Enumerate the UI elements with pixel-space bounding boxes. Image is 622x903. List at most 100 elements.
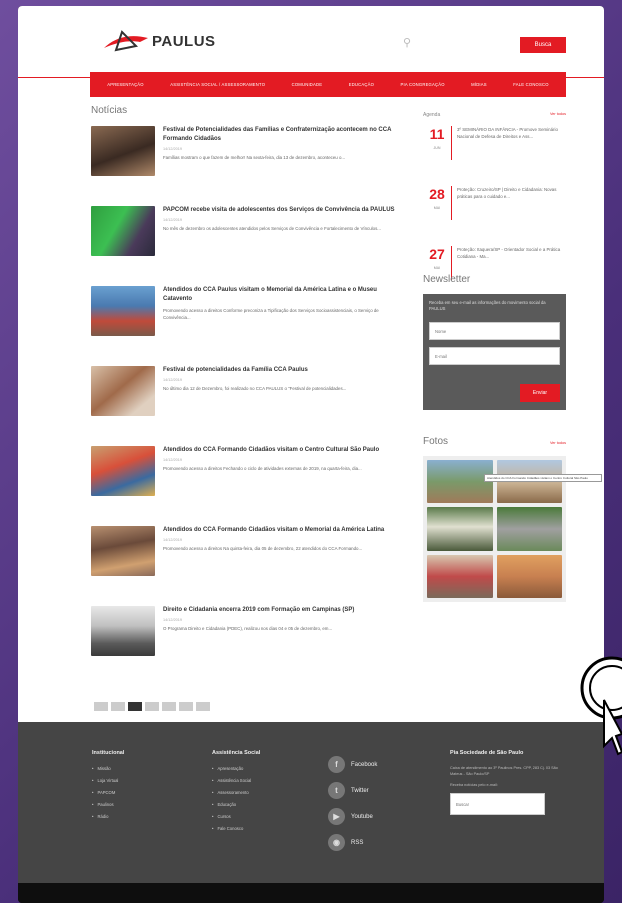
pager-page[interactable]	[162, 702, 176, 711]
footer-link[interactable]: Educação	[212, 802, 260, 807]
search-icon[interactable]: ⚲	[403, 36, 411, 49]
nav-item-midias[interactable]: MÍDIAS	[471, 82, 487, 87]
pager-page[interactable]	[145, 702, 159, 711]
social-rss[interactable]: ◉ RSS	[328, 834, 377, 851]
pager-next[interactable]	[179, 702, 193, 711]
news-date: 14/12/2019	[163, 147, 183, 151]
news-headline[interactable]: Direito e Cidadania encerra 2019 com For…	[163, 606, 403, 615]
footer-link[interactable]: PAPCOM	[92, 790, 124, 795]
news-date: 14/12/2019	[163, 618, 183, 622]
footer-col-title: Pia Sociedade de São Paulo	[450, 750, 524, 756]
agenda-divider	[451, 186, 452, 220]
social-label: RSS	[351, 839, 364, 846]
newsletter-title: Newsletter	[423, 274, 471, 285]
news-thumbnail[interactable]	[91, 606, 155, 656]
agenda-day: 27	[429, 246, 445, 262]
news-summary: No último dia 12 de Dezembro, foi realiz…	[163, 386, 347, 391]
footer-search-input[interactable]	[450, 793, 545, 815]
social-label: Facebook	[351, 761, 378, 768]
agenda-month: MAI	[433, 206, 441, 210]
social-label: Youtube	[351, 813, 373, 820]
nav-item-comunidade[interactable]: COMUNIDADE	[292, 82, 323, 87]
newsletter-submit-button[interactable]: Enviar	[520, 384, 560, 402]
agenda-item[interactable]: 11 JUN 3º SEMINÁRIO DA INFÂNCIA - Promov…	[423, 126, 566, 178]
nav-item-educacao[interactable]: EDUCAÇÃO	[349, 82, 374, 87]
nav-item-congregacao[interactable]: PIA CONGREGAÇÃO	[401, 82, 445, 87]
news-item[interactable]: Atendidos do CCA Paulus visitam o Memori…	[91, 286, 406, 366]
footer-link[interactable]: Assistência Social	[212, 778, 260, 783]
news-thumbnail[interactable]	[91, 126, 155, 176]
news-item[interactable]: Festival de potencialidades da Família C…	[91, 366, 406, 446]
agenda-month: JUN	[433, 146, 441, 150]
pager-page-current[interactable]	[128, 702, 142, 711]
footer-col-title: Assistência Social	[212, 750, 261, 756]
fotos-see-all-link[interactable]: Ver todos	[550, 441, 566, 445]
footer-link[interactable]: Cursos	[212, 814, 260, 819]
news-thumbnail[interactable]	[91, 286, 155, 336]
news-thumbnail[interactable]	[91, 526, 155, 576]
news-headline[interactable]: PAPCOM recebe visita de adolescentes dos…	[163, 206, 403, 215]
news-headline[interactable]: Atendidos do CCA Formando Cidadãos visit…	[163, 446, 403, 455]
footer-link[interactable]: Loja Virtual	[92, 778, 124, 783]
photo-thumbnail[interactable]	[427, 507, 493, 551]
nav-item-assistencia[interactable]: ASSISTÊNCIA SOCIAL / ASSESSORAMENTO	[170, 82, 265, 87]
pager-first[interactable]	[94, 702, 108, 711]
logo-text: PAULUS	[152, 32, 216, 50]
cursor-icon	[580, 656, 622, 756]
pager-prev[interactable]	[111, 702, 125, 711]
nav-item-apresentacao[interactable]: APRESENTAÇÃO	[107, 82, 144, 87]
footer-link[interactable]: Paulinos	[92, 802, 124, 807]
photo-thumbnail[interactable]	[427, 554, 493, 598]
agenda-text[interactable]: Proteção: Cruzeiro/SP | Direito e Cidada…	[457, 186, 565, 200]
news-date: 14/12/2019	[163, 458, 183, 462]
main-nav: APRESENTAÇÃO ASSISTÊNCIA SOCIAL / ASSESS…	[90, 72, 566, 97]
footer-institucional: Institucional Missão Loja Virtual PAPCOM…	[92, 750, 124, 826]
social-youtube[interactable]: ▶ Youtube	[328, 808, 377, 825]
news-headline[interactable]: Festival de Potencialidades das Famílias…	[163, 126, 403, 144]
news-thumbnail[interactable]	[91, 366, 155, 416]
newsletter-email-field[interactable]	[429, 347, 560, 365]
news-date: 14/12/2019	[163, 378, 183, 382]
news-item[interactable]: Atendidos do CCA Formando Cidadãos visit…	[91, 526, 406, 606]
news-item[interactable]: Direito e Cidadania encerra 2019 com For…	[91, 606, 406, 686]
news-item[interactable]: Atendidos do CCA Formando Cidadãos visit…	[91, 446, 406, 526]
news-thumbnail[interactable]	[91, 446, 155, 496]
agenda-text[interactable]: Proteção: Itaquera/SP - Orientador Socia…	[457, 246, 565, 260]
news-item[interactable]: PAPCOM recebe visita de adolescentes dos…	[91, 206, 406, 286]
agenda-item[interactable]: 27 MAI Proteção: Itaquera/SP - Orientado…	[423, 246, 566, 298]
news-thumbnail[interactable]	[91, 206, 155, 256]
photo-thumbnail[interactable]	[496, 554, 562, 598]
news-headline[interactable]: Atendidos do CCA Paulus visitam o Memori…	[163, 286, 403, 304]
footer-col-title: Institucional	[92, 750, 125, 756]
newsletter-name-field[interactable]	[429, 322, 560, 340]
agenda-panel: Agenda Ver todos 11 JUN 3º SEMINÁRIO DA …	[423, 112, 566, 298]
rss-icon: ◉	[328, 834, 345, 851]
footer-link[interactable]: Rádio	[92, 814, 124, 819]
photo-thumbnail[interactable]	[496, 507, 562, 551]
news-headline[interactable]: Atendidos do CCA Formando Cidadãos visit…	[163, 526, 403, 535]
agenda-day: 28	[429, 186, 445, 202]
footer-pia: Pia Sociedade de São Paulo Caixa de aten…	[450, 750, 570, 815]
footer-link[interactable]: Apresentação	[212, 766, 260, 771]
paulus-logo-icon	[104, 30, 148, 52]
social-facebook[interactable]: f Facebook	[328, 756, 377, 773]
agenda-text[interactable]: 3º SEMINÁRIO DA INFÂNCIA - Promove Semin…	[457, 126, 565, 140]
footer-link[interactable]: Missão	[92, 766, 124, 771]
agenda-item[interactable]: 28 MAI Proteção: Cruzeiro/SP | Direito e…	[423, 186, 566, 238]
site-header: PAULUS ⚲ Busca	[18, 6, 604, 70]
pager-last[interactable]	[196, 702, 210, 711]
footer-link[interactable]: Fale Conosco	[212, 826, 260, 831]
footer-link[interactable]: Assessoramento	[212, 790, 260, 795]
fotos-title: Fotos	[423, 436, 449, 447]
news-headline[interactable]: Festival de potencialidades da Família C…	[163, 366, 403, 375]
news-summary: Promovendo acesso a direitos Na quinta-f…	[163, 546, 363, 551]
news-item[interactable]: Festival de Potencialidades das Famílias…	[91, 126, 406, 206]
agenda-divider	[451, 126, 452, 160]
social-twitter[interactable]: t Twitter	[328, 782, 377, 799]
paulus-logo[interactable]: PAULUS	[102, 28, 216, 54]
nav-item-contato[interactable]: FALE CONOSCO	[513, 82, 548, 87]
photo-thumbnail[interactable]	[427, 460, 493, 504]
agenda-see-all-link[interactable]: Ver todos	[550, 112, 566, 118]
header-button[interactable]: Busca	[520, 37, 566, 53]
news-summary: O Programa Direito e Cidadania (PDEC), r…	[163, 626, 333, 631]
